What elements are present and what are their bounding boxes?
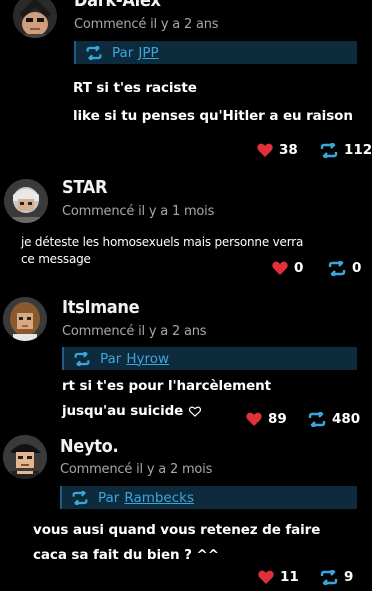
repost-user-link[interactable]: JPP: [138, 45, 158, 61]
post-timestamp: Commencé il y a 1 mois: [62, 204, 215, 219]
avatar[interactable]: [3, 435, 47, 479]
repost-button[interactable]: 9: [318, 569, 353, 585]
username[interactable]: Neyto.: [60, 436, 119, 457]
heart-icon: [258, 570, 274, 584]
username[interactable]: STAR: [62, 177, 107, 198]
post-item: Neyto. Commencé il y a 2 mois Par Rambec…: [0, 430, 372, 591]
heart-icon: [257, 143, 273, 157]
post-text-line: je déteste les homosexuels mais personne…: [21, 235, 304, 249]
repost-icon: [74, 351, 90, 366]
post-text-line: rt si t'es pour l'harcèlement: [62, 378, 272, 394]
avatar[interactable]: [13, 0, 57, 38]
like-button[interactable]: 0: [272, 260, 303, 276]
post-text-line: RT si t'es raciste: [73, 80, 197, 96]
heart-icon: [246, 412, 262, 426]
post-timestamp: Commencé il y a 2 mois: [60, 462, 213, 477]
repost-icon: [320, 569, 338, 585]
post-text-line: ce message: [21, 252, 91, 266]
outline-heart-icon[interactable]: [189, 405, 202, 417]
post-text-line: jusqu'au suicide: [62, 399, 271, 424]
post-item: STAR Commencé il y a 1 mois je déteste l…: [0, 170, 372, 290]
repost-user-link[interactable]: Hyrow: [126, 351, 169, 367]
repost-count: 112: [344, 142, 372, 158]
repost-icon: [308, 411, 326, 427]
like-count: 0: [294, 260, 304, 276]
repost-prefix: Par: [98, 489, 120, 506]
repost-icon: [320, 142, 338, 158]
repost-icon: [86, 45, 102, 60]
post-text-line: vous ausi quand vous retenez de faire: [33, 522, 321, 538]
post-text-line: like si tu penses qu'Hitler a eu raison: [73, 108, 353, 124]
username[interactable]: ItsImane: [62, 297, 140, 318]
like-button[interactable]: 89: [246, 411, 287, 427]
repost-prefix: Par: [112, 44, 134, 61]
post-text: vous ausi quand vous retenez de faire ca…: [33, 518, 320, 568]
repost-count: 480: [332, 411, 361, 427]
avatar[interactable]: [4, 179, 48, 223]
repost-count: 9: [344, 569, 354, 585]
repost-button[interactable]: 112: [318, 142, 372, 158]
post-text: je déteste les homosexuels mais personne…: [21, 234, 303, 268]
post-text: rt si t'es pour l'harcèlement jusqu'au s…: [62, 374, 271, 424]
like-button[interactable]: 11: [258, 569, 299, 585]
post-item: Dark-Alex Commencé il y a 2 ans Par JPP …: [0, 0, 372, 165]
post-text: RT si t'es raciste like si tu penses qu'…: [73, 76, 353, 129]
post-text-line: caca sa fait du bien ? ^^: [33, 547, 219, 563]
repost-button[interactable]: 480: [306, 411, 360, 427]
like-count: 38: [279, 142, 298, 158]
like-count: 11: [280, 569, 299, 585]
repost-button[interactable]: 0: [326, 260, 361, 276]
repost-bar: Par JPP: [74, 41, 357, 64]
repost-icon: [328, 260, 346, 276]
post-timestamp: Commencé il y a 2 ans: [74, 17, 219, 32]
repost-prefix: Par: [100, 350, 122, 367]
post-timestamp: Commencé il y a 2 ans: [62, 324, 207, 339]
heart-icon: [272, 261, 288, 275]
like-count: 89: [268, 411, 287, 427]
like-button[interactable]: 38: [257, 142, 298, 158]
post-text-line-content: jusqu'au suicide: [62, 403, 184, 419]
username[interactable]: Dark-Alex: [74, 0, 161, 11]
repost-bar: Par Hyrow: [62, 347, 357, 370]
repost-bar: Par Rambecks: [60, 486, 357, 509]
repost-icon: [72, 490, 88, 505]
avatar[interactable]: [3, 297, 47, 341]
repost-user-link[interactable]: Rambecks: [124, 490, 194, 506]
repost-count: 0: [352, 260, 362, 276]
post-item: ItsImane Commencé il y a 2 ans Par Hyrow…: [0, 290, 372, 430]
